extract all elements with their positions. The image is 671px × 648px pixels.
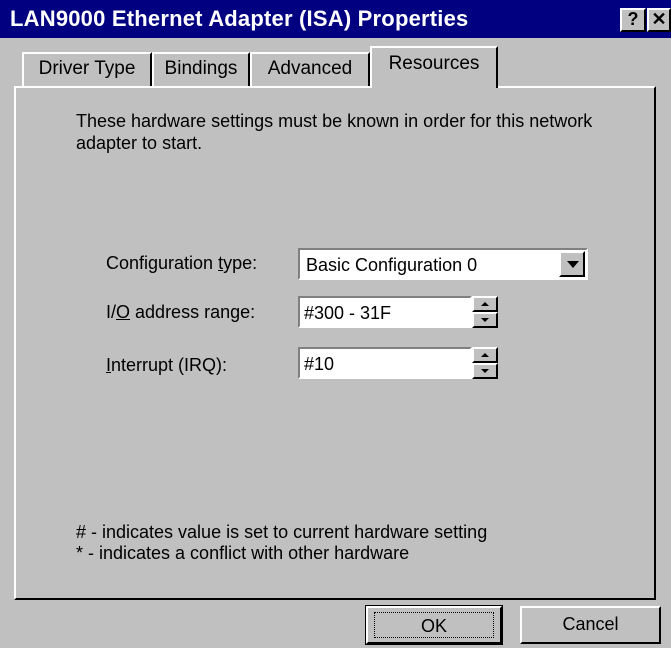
help-icon: ? bbox=[627, 9, 639, 29]
spin-up-button[interactable] bbox=[472, 347, 498, 363]
dropdown-button[interactable] bbox=[559, 251, 585, 277]
title-bar[interactable]: LAN9000 Ethernet Adapter (ISA) Propertie… bbox=[0, 0, 671, 38]
tab-advanced[interactable]: Advanced bbox=[250, 52, 370, 86]
tab-label: Resources bbox=[388, 53, 480, 74]
irq-spinner[interactable] bbox=[472, 347, 498, 379]
irq-value: #10 bbox=[304, 354, 335, 374]
io-range-value: #300 - 31F bbox=[304, 303, 392, 323]
config-type-value: Basic Configuration 0 bbox=[306, 255, 478, 275]
tab-resources[interactable]: Resources bbox=[370, 46, 498, 88]
ok-button[interactable]: OK bbox=[365, 605, 503, 645]
io-range-label: I/O address range: bbox=[106, 302, 256, 322]
focus-rectangle: OK bbox=[374, 612, 494, 638]
io-range-field[interactable]: #300 - 31F bbox=[298, 296, 472, 328]
tab-label: Bindings bbox=[164, 58, 238, 79]
close-icon: ✕ bbox=[651, 9, 667, 29]
tab-bindings[interactable]: Bindings bbox=[152, 52, 250, 86]
close-button[interactable]: ✕ bbox=[647, 8, 671, 32]
spin-down-button[interactable] bbox=[472, 363, 498, 379]
tab-label: Driver Type bbox=[38, 58, 136, 79]
config-type-dropdown[interactable]: Basic Configuration 0 bbox=[298, 248, 588, 280]
ok-label: OK bbox=[420, 616, 447, 636]
irq-field[interactable]: #10 bbox=[298, 347, 472, 379]
spin-up-button[interactable] bbox=[472, 296, 498, 312]
window-title: LAN9000 Ethernet Adapter (ISA) Propertie… bbox=[10, 6, 469, 31]
chevron-down-icon bbox=[567, 261, 579, 268]
cancel-label: Cancel bbox=[562, 614, 619, 634]
irq-label: Interrupt (IRQ): bbox=[106, 355, 228, 375]
tab-label: Advanced bbox=[267, 58, 353, 79]
note-conflict: * - indicates a conflict with other hard… bbox=[76, 543, 410, 563]
config-type-label: Configuration type: bbox=[106, 253, 258, 273]
cancel-button[interactable]: Cancel bbox=[520, 606, 661, 644]
arrow-down-icon bbox=[481, 318, 489, 322]
note-current-setting: # - indicates value is set to current ha… bbox=[76, 522, 488, 542]
properties-dialog: LAN9000 Ethernet Adapter (ISA) Propertie… bbox=[0, 0, 671, 648]
tab-driver-type[interactable]: Driver Type bbox=[22, 52, 152, 86]
arrow-up-icon bbox=[481, 302, 489, 306]
spin-down-button[interactable] bbox=[472, 312, 498, 328]
arrow-up-icon bbox=[481, 353, 489, 357]
description-text: These hardware settings must be known in… bbox=[76, 111, 593, 153]
help-button[interactable]: ? bbox=[620, 8, 646, 32]
io-range-spinner[interactable] bbox=[472, 296, 498, 328]
arrow-down-icon bbox=[481, 369, 489, 373]
